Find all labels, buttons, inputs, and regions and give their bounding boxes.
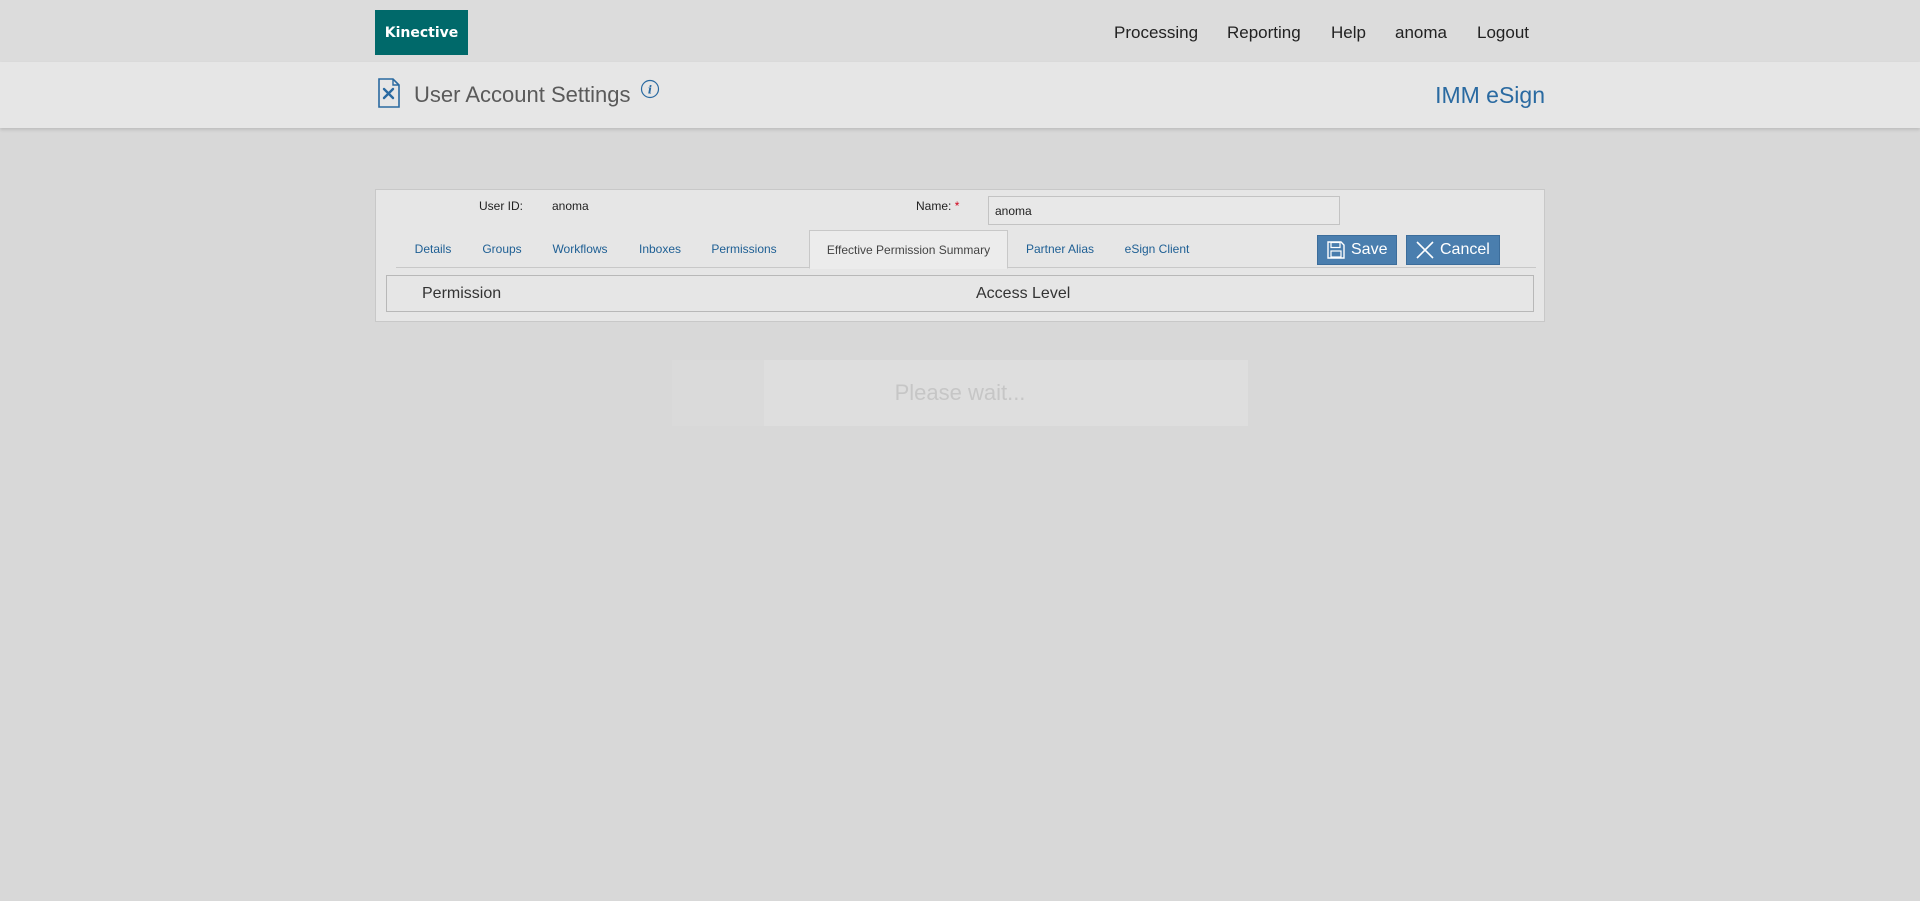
cancel-button[interactable]: Cancel bbox=[1406, 235, 1500, 265]
save-button[interactable]: Save bbox=[1317, 235, 1397, 265]
permission-grid-header: Permission Access Level bbox=[386, 275, 1534, 312]
top-navigation-bar: Kinective Processing Reporting Help anom… bbox=[0, 0, 1920, 62]
tab-workflows[interactable]: Workflows bbox=[546, 230, 614, 268]
tab-effective-permission-summary[interactable]: Effective Permission Summary bbox=[809, 230, 1008, 269]
page-title: User Account Settings bbox=[414, 82, 631, 107]
info-icon[interactable]: i bbox=[640, 79, 660, 99]
floppy-disk-icon bbox=[1327, 241, 1345, 259]
column-header-permission[interactable]: Permission bbox=[422, 285, 501, 303]
user-id-label: User ID: bbox=[479, 199, 524, 213]
column-header-access-level[interactable]: Access Level bbox=[976, 285, 1070, 303]
nav-processing[interactable]: Processing bbox=[1114, 23, 1198, 43]
page-header: User Account Settings i IMM eSign bbox=[0, 62, 1920, 128]
nav-reporting[interactable]: Reporting bbox=[1227, 23, 1301, 43]
loading-text: Please wait... bbox=[894, 380, 1026, 405]
name-label: Name: * bbox=[916, 199, 959, 213]
close-icon bbox=[1416, 241, 1434, 259]
svg-text:i: i bbox=[648, 84, 652, 97]
required-marker: * bbox=[954, 199, 960, 213]
nav-user-anoma[interactable]: anoma bbox=[1395, 23, 1447, 43]
loading-indicator: Please wait... bbox=[672, 360, 1248, 426]
tab-inboxes[interactable]: Inboxes bbox=[630, 230, 690, 268]
user-id-value: anoma bbox=[552, 199, 589, 213]
nav-logout[interactable]: Logout bbox=[1477, 23, 1529, 43]
name-field[interactable] bbox=[988, 196, 1340, 225]
tab-permissions[interactable]: Permissions bbox=[704, 230, 784, 268]
user-settings-panel: User ID: anoma Name: * Details Groups Wo… bbox=[375, 189, 1545, 322]
name-label-text: Name: bbox=[916, 199, 952, 213]
app-name: IMM eSign bbox=[1435, 82, 1545, 108]
cancel-button-label: Cancel bbox=[1440, 241, 1490, 258]
loading-indicator-stripe bbox=[672, 360, 764, 426]
tab-details[interactable]: Details bbox=[404, 230, 462, 268]
document-settings-icon bbox=[378, 78, 400, 108]
nav-help[interactable]: Help bbox=[1331, 23, 1366, 43]
kinective-logo[interactable]: Kinective bbox=[375, 10, 468, 55]
tab-partner-alias[interactable]: Partner Alias bbox=[1017, 230, 1103, 268]
save-button-label: Save bbox=[1351, 241, 1388, 258]
tab-groups[interactable]: Groups bbox=[476, 230, 528, 268]
tab-esign-client[interactable]: eSign Client bbox=[1115, 230, 1199, 268]
